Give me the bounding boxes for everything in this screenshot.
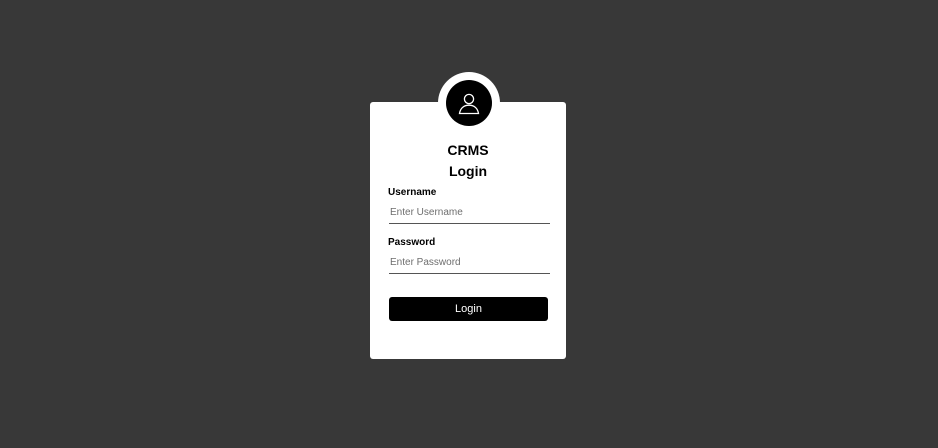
login-button[interactable]: Login xyxy=(389,297,548,321)
login-card: CRMS Login Username Password Login xyxy=(370,102,566,359)
avatar-ring xyxy=(438,72,500,134)
app-brand: CRMS xyxy=(447,142,489,158)
page-background: CRMS Login Username Password Login xyxy=(0,0,938,448)
password-input[interactable] xyxy=(389,252,550,274)
user-icon xyxy=(457,91,481,115)
username-input[interactable] xyxy=(389,202,550,224)
avatar xyxy=(446,80,492,126)
page-title: Login xyxy=(448,163,488,179)
password-label: Password xyxy=(388,237,436,248)
username-label: Username xyxy=(388,187,437,198)
